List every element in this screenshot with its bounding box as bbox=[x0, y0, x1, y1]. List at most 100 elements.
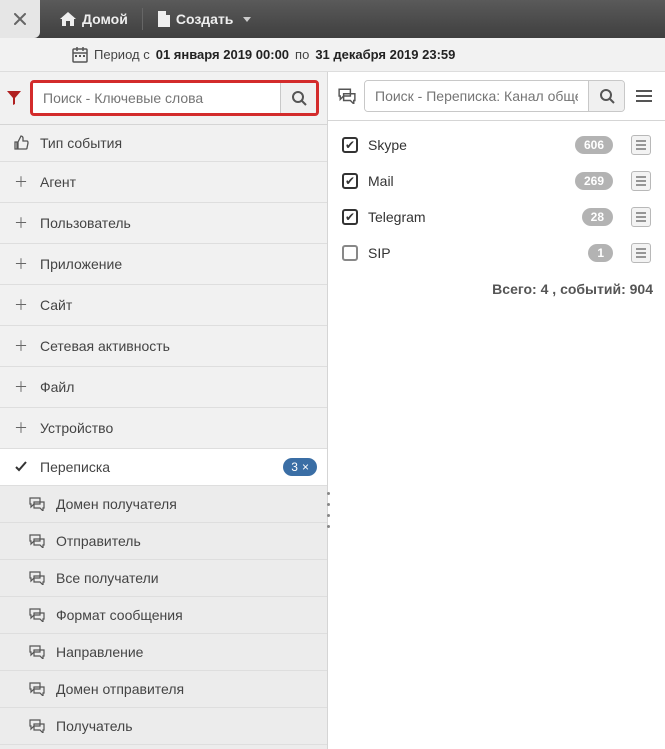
result-item-sip[interactable]: SIP 1 bbox=[338, 235, 655, 271]
totals-events: 904 bbox=[630, 281, 653, 297]
result-list: ✔ Skype 606 ✔ Mail 269 ✔ Telegram 28 bbox=[328, 121, 665, 271]
left-search-row bbox=[0, 72, 327, 125]
filter-event-type[interactable]: Тип события bbox=[0, 125, 327, 162]
home-label: Домой bbox=[82, 11, 128, 27]
chat-icon bbox=[28, 645, 46, 659]
filter-application[interactable]: ＋ Приложение bbox=[0, 244, 327, 285]
filter-label: Сетевая активность bbox=[40, 338, 170, 354]
filter-msg-format[interactable]: Формат сообщения bbox=[0, 597, 327, 634]
plus-icon: ＋ bbox=[12, 377, 30, 397]
document-icon bbox=[157, 11, 170, 27]
details-button[interactable] bbox=[631, 243, 651, 263]
check-icon: ✔ bbox=[345, 175, 355, 187]
chat-icon bbox=[336, 88, 358, 104]
check-icon bbox=[12, 460, 30, 474]
chat-icon bbox=[28, 608, 46, 622]
right-panel: ✔ Skype 606 ✔ Mail 269 ✔ Telegram 28 bbox=[328, 72, 665, 749]
filter-device[interactable]: ＋ Устройство bbox=[0, 408, 327, 449]
filter-label: Получатель bbox=[56, 718, 133, 734]
filter-label: Все получатели bbox=[56, 570, 159, 586]
checkbox[interactable]: ✔ bbox=[342, 137, 358, 153]
channel-search-group bbox=[364, 80, 625, 112]
filter-sender[interactable]: Отправитель bbox=[0, 523, 327, 560]
checkbox[interactable] bbox=[342, 245, 358, 261]
filter-label: Агент bbox=[40, 174, 76, 190]
search-icon bbox=[599, 88, 615, 104]
result-count: 606 bbox=[575, 136, 613, 154]
keyword-search-input[interactable] bbox=[33, 83, 280, 113]
filter-label: Файл bbox=[40, 379, 74, 395]
left-panel: Тип события ＋ Агент ＋ Пользователь ＋ При… bbox=[0, 72, 328, 749]
checkbox[interactable]: ✔ bbox=[342, 173, 358, 189]
filter-icon[interactable] bbox=[4, 90, 24, 106]
chat-icon bbox=[28, 534, 46, 548]
filter-label: Приложение bbox=[40, 256, 122, 272]
close-tab-button[interactable] bbox=[0, 0, 40, 38]
filter-label: Домен получателя bbox=[56, 496, 177, 512]
chat-icon bbox=[28, 682, 46, 696]
filter-label: Домен отправителя bbox=[56, 681, 184, 697]
period-to: 31 декабря 2019 23:59 bbox=[315, 47, 455, 62]
filter-agent[interactable]: ＋ Агент bbox=[0, 162, 327, 203]
resize-handle[interactable] bbox=[325, 492, 331, 528]
result-label: SIP bbox=[368, 245, 391, 261]
filter-recipient[interactable]: Получатель bbox=[0, 708, 327, 745]
channel-search-button[interactable] bbox=[588, 81, 624, 111]
plus-icon: ＋ bbox=[12, 418, 30, 438]
details-button[interactable] bbox=[631, 207, 651, 227]
filter-direction[interactable]: Направление bbox=[0, 634, 327, 671]
filter-label: Пользователь bbox=[40, 215, 131, 231]
check-icon: ✔ bbox=[345, 211, 355, 223]
filter-label: Устройство bbox=[40, 420, 113, 436]
checkbox[interactable]: ✔ bbox=[342, 209, 358, 225]
filter-label: Направление bbox=[56, 644, 143, 660]
topbar: Домой Создать bbox=[0, 0, 665, 38]
plus-icon: ＋ bbox=[12, 172, 30, 192]
result-item-skype[interactable]: ✔ Skype 606 bbox=[338, 127, 655, 163]
totals-prefix: Всего: bbox=[492, 281, 540, 297]
details-button[interactable] bbox=[631, 171, 651, 191]
filter-list: Тип события ＋ Агент ＋ Пользователь ＋ При… bbox=[0, 125, 327, 749]
plus-icon: ＋ bbox=[12, 254, 30, 274]
create-button[interactable]: Создать bbox=[143, 0, 266, 38]
main-area: Тип события ＋ Агент ＋ Пользователь ＋ При… bbox=[0, 72, 665, 749]
filter-label: Сайт bbox=[40, 297, 72, 313]
messaging-badge[interactable]: 3 × bbox=[283, 458, 317, 476]
keyword-search-group bbox=[30, 80, 319, 116]
plus-icon: ＋ bbox=[12, 336, 30, 356]
filter-messaging[interactable]: Переписка 3 × bbox=[0, 449, 327, 486]
badge-clear-icon: × bbox=[302, 460, 309, 474]
result-count: 28 bbox=[582, 208, 613, 226]
totals-sep: , событий: bbox=[548, 281, 629, 297]
filter-user[interactable]: ＋ Пользователь bbox=[0, 203, 327, 244]
create-label: Создать bbox=[176, 11, 234, 27]
details-button[interactable] bbox=[631, 135, 651, 155]
home-button[interactable]: Домой bbox=[46, 0, 142, 38]
totals-line: Всего: 4 , событий: 904 bbox=[328, 271, 665, 297]
calendar-icon[interactable] bbox=[72, 47, 88, 63]
filter-recipient-domain[interactable]: Домен получателя bbox=[0, 486, 327, 523]
filter-all-recipients[interactable]: Все получатели bbox=[0, 560, 327, 597]
plus-icon: ＋ bbox=[12, 213, 30, 233]
filter-label: Отправитель bbox=[56, 533, 141, 549]
filter-label: Формат сообщения bbox=[56, 607, 183, 623]
result-item-telegram[interactable]: ✔ Telegram 28 bbox=[338, 199, 655, 235]
filter-label: Переписка bbox=[40, 459, 110, 475]
channel-search-input[interactable] bbox=[365, 81, 588, 111]
thumbs-icon bbox=[12, 135, 30, 151]
filter-label: Тип события bbox=[40, 135, 122, 151]
keyword-search-button[interactable] bbox=[280, 83, 316, 113]
filter-chats[interactable]: Чаты bbox=[0, 745, 327, 749]
result-label: Mail bbox=[368, 173, 394, 189]
filter-file[interactable]: ＋ Файл bbox=[0, 367, 327, 408]
filter-sender-domain[interactable]: Домен отправителя bbox=[0, 671, 327, 708]
check-icon: ✔ bbox=[345, 139, 355, 151]
period-to-label: по bbox=[295, 47, 309, 62]
filter-site[interactable]: ＋ Сайт bbox=[0, 285, 327, 326]
menu-button[interactable] bbox=[631, 89, 657, 103]
period-bar: Период с 01 января 2019 00:00 по 31 дека… bbox=[0, 38, 665, 72]
result-item-mail[interactable]: ✔ Mail 269 bbox=[338, 163, 655, 199]
period-label: Период с bbox=[94, 47, 150, 62]
chat-icon bbox=[28, 571, 46, 585]
filter-network[interactable]: ＋ Сетевая активность bbox=[0, 326, 327, 367]
